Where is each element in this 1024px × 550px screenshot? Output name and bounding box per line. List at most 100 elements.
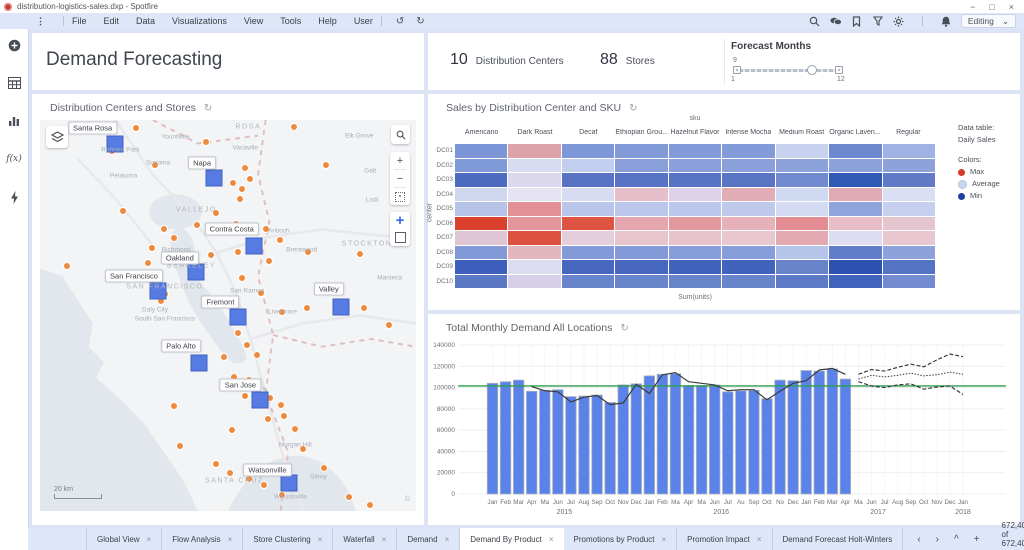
search-icon[interactable]: [809, 15, 821, 27]
demand-bar-Dec-23[interactable]: [787, 380, 799, 495]
heatmap-cell-DC03-americano[interactable]: [455, 173, 508, 187]
heatmap-cell-DC09-ethiopian-grou-[interactable]: [615, 260, 668, 274]
heatmap-cell-DC01-ethiopian-grou-[interactable]: [615, 144, 668, 158]
bookmark-icon[interactable]: [851, 15, 863, 27]
store-dot[interactable]: [227, 426, 236, 435]
tab-store-clustering[interactable]: Store Clustering ×: [243, 528, 334, 550]
store-dot[interactable]: [228, 179, 237, 188]
menu-item-edit[interactable]: Edit: [104, 16, 120, 26]
store-dot[interactable]: [212, 459, 221, 468]
heatmap-cell-DC05-decaf[interactable]: [561, 202, 615, 216]
demand-bar-Oct-9[interactable]: [604, 402, 616, 495]
heatmap-cell-DC03-dark-roast[interactable]: [508, 173, 561, 187]
store-dot[interactable]: [236, 194, 245, 203]
heatmap-cell-DC10-decaf[interactable]: [561, 274, 615, 288]
demand-bar-Feb-13[interactable]: [656, 373, 669, 495]
heatmap-cell-DC04-medium-roast[interactable]: [775, 187, 829, 201]
minimize-button[interactable]: −: [970, 2, 975, 12]
heatmap-cell-DC05-hazelnut-flavor[interactable]: [668, 202, 722, 216]
store-dot[interactable]: [119, 206, 128, 215]
demand-bar-Dec-11[interactable]: [630, 383, 642, 495]
heatmap-cell-DC10-hazelnut-flavor[interactable]: [668, 274, 722, 288]
heatmap-cell-DC06-intense-mocha[interactable]: [722, 216, 775, 230]
data-table-icon[interactable]: [7, 76, 21, 90]
store-dot[interactable]: [279, 412, 288, 421]
heatmap-cell-DC10-regular[interactable]: [882, 274, 935, 288]
zoom-out-button[interactable]: −: [390, 170, 410, 187]
distribution-center-marker[interactable]: [332, 298, 350, 315]
heatmap-cell-DC02-ethiopian-grou-[interactable]: [615, 158, 668, 172]
heatmap-cell-DC02-americano[interactable]: [455, 158, 508, 172]
store-dot[interactable]: [246, 175, 255, 184]
legend-entry-average[interactable]: Average: [958, 178, 1000, 190]
slider-min-handle[interactable]: [733, 66, 741, 74]
store-dot[interactable]: [321, 161, 330, 170]
heatmap-cell-DC05-dark-roast[interactable]: [508, 202, 561, 216]
slider-max-handle[interactable]: [835, 66, 843, 74]
store-dot[interactable]: [344, 493, 353, 502]
demand-bar-Feb-25[interactable]: [813, 370, 825, 495]
heatmap-cell-DC10-medium-roast[interactable]: [775, 274, 829, 288]
demand-bar-Apr-27[interactable]: [839, 378, 852, 495]
store-dot[interactable]: [233, 248, 242, 257]
heatmap-cell-DC01-medium-roast[interactable]: [775, 144, 829, 158]
tab-close-icon[interactable]: ×: [228, 535, 233, 544]
store-dot[interactable]: [225, 469, 234, 478]
heatmap-cell-DC01-americano[interactable]: [455, 144, 508, 158]
store-dot[interactable]: [243, 341, 252, 350]
store-dot[interactable]: [264, 415, 273, 424]
add-page-button[interactable]: +: [974, 534, 980, 545]
map-pan-tool-button[interactable]: +: [390, 212, 410, 229]
heatmap-cell-DC07-organic-laven-[interactable]: [829, 231, 882, 245]
heatmap-cell-DC07-intense-mocha[interactable]: [722, 231, 775, 245]
tab-demand-by-product[interactable]: Demand By Product ×: [460, 528, 564, 550]
heatmap-cell-DC07-hazelnut-flavor[interactable]: [668, 231, 722, 245]
heatmap-cell-DC04-dark-roast[interactable]: [508, 187, 561, 201]
heatmap-cell-DC01-regular[interactable]: [882, 144, 935, 158]
heatmap-cell-DC01-decaf[interactable]: [561, 144, 615, 158]
slider-thumb[interactable]: [807, 65, 818, 75]
heatmap-cell-DC08-americano[interactable]: [455, 245, 508, 259]
heatmap-cell-DC05-ethiopian-grou-[interactable]: [615, 202, 668, 216]
heatmap-cell-DC06-medium-roast[interactable]: [775, 216, 829, 230]
store-dot[interactable]: [241, 164, 250, 173]
heatmap-cell-DC09-dark-roast[interactable]: [508, 260, 561, 274]
store-dot[interactable]: [170, 234, 179, 243]
demand-bar-Jan-0[interactable]: [486, 382, 499, 495]
store-dot[interactable]: [170, 402, 179, 411]
expand-pages-button[interactable]: ^: [954, 534, 959, 545]
store-dot[interactable]: [252, 350, 261, 359]
tab-promotions-by-product[interactable]: Promotions by Product ×: [564, 528, 678, 550]
map-layers-button[interactable]: [46, 126, 68, 148]
filter-icon[interactable]: [872, 15, 884, 27]
heatmap-cell-DC09-hazelnut-flavor[interactable]: [668, 260, 722, 274]
heatmap-cell-DC08-organic-laven-[interactable]: [829, 245, 882, 259]
tab-global-view[interactable]: Global View ×: [86, 528, 163, 550]
heatmap-cell-DC08-medium-roast[interactable]: [775, 245, 829, 259]
heatmap-cell-DC09-intense-mocha[interactable]: [722, 260, 775, 274]
demand-bar-Au-19[interactable]: [735, 390, 747, 495]
refresh-icon[interactable]: ↻: [204, 103, 212, 114]
distribution-center-marker[interactable]: [205, 169, 223, 187]
heatmap-cell-DC08-intense-mocha[interactable]: [722, 245, 775, 259]
heatmap-cell-DC02-dark-roast[interactable]: [508, 158, 561, 172]
heatmap-cell-DC09-americano[interactable]: [455, 260, 508, 274]
actions-icon[interactable]: [7, 190, 21, 204]
functions-icon[interactable]: f(x): [6, 152, 21, 166]
menu-item-data[interactable]: Data: [136, 16, 155, 26]
distribution-center-marker[interactable]: [251, 391, 269, 409]
legend-data-table-value[interactable]: Daily Sales: [958, 134, 1000, 146]
tab-demand-forecast-holt-winters[interactable]: Demand Forecast Holt-Winters: [773, 528, 904, 550]
menu-item-tools[interactable]: Tools: [280, 16, 301, 26]
heatmap-cell-DC10-dark-roast[interactable]: [508, 274, 561, 288]
store-dot[interactable]: [131, 123, 140, 132]
menu-item-file[interactable]: File: [72, 16, 87, 26]
tab-close-icon[interactable]: ×: [318, 535, 323, 544]
store-dot[interactable]: [360, 304, 369, 313]
gear-icon[interactable]: [893, 15, 905, 27]
store-dot[interactable]: [233, 329, 242, 338]
demand-bar-Jul-6[interactable]: [565, 396, 577, 495]
heatmap-cell-DC09-decaf[interactable]: [561, 260, 615, 274]
store-dot[interactable]: [290, 123, 299, 132]
heatmap-cell-DC04-ethiopian-grou-[interactable]: [615, 187, 668, 201]
